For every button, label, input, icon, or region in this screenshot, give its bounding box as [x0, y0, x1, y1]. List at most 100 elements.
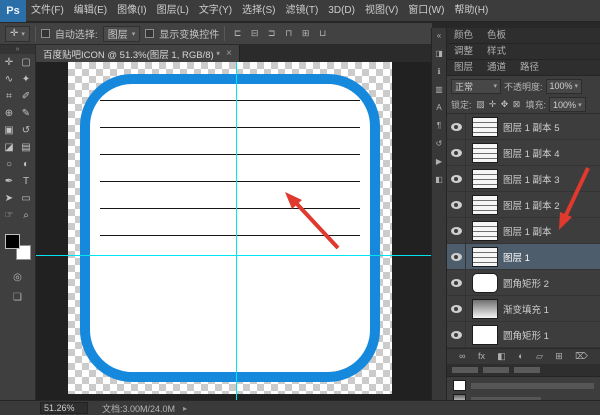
menu-item[interactable]: 滤镜(T): [281, 0, 324, 22]
panel-tab[interactable]: [514, 367, 540, 373]
visibility-eye-icon[interactable]: [447, 192, 466, 218]
align-bottom-icon[interactable]: ⊔: [315, 26, 330, 41]
lock-image-pixels-icon[interactable]: ✛: [487, 99, 499, 110]
foreground-color-swatch[interactable]: [5, 234, 20, 249]
panel-tab[interactable]: [452, 367, 478, 373]
history-panel-icon[interactable]: ↺: [436, 140, 443, 148]
close-icon[interactable]: ×: [226, 48, 232, 59]
lock-all-icon[interactable]: ⊠: [511, 99, 523, 110]
align-h-center-icon[interactable]: ⊟: [247, 26, 262, 41]
menu-item[interactable]: 文字(Y): [194, 0, 237, 22]
masks-panel-icon[interactable]: ◧: [435, 176, 443, 184]
layer-group-icon[interactable]: ▱: [536, 352, 543, 361]
layer-row[interactable]: 图层 1 副本 3: [447, 166, 600, 192]
brush-tool-icon[interactable]: ✎: [18, 105, 35, 122]
layer-thumbnail[interactable]: [472, 299, 498, 319]
panel-tab[interactable]: [483, 367, 509, 373]
lasso-tool-icon[interactable]: ∿: [1, 71, 18, 88]
visibility-eye-icon[interactable]: [447, 140, 466, 166]
eraser-tool-icon[interactable]: ◪: [1, 139, 18, 156]
visibility-eye-icon[interactable]: [447, 296, 466, 322]
layer-row[interactable]: 图层 1 副本 2: [447, 192, 600, 218]
layer-thumbnail[interactable]: [472, 195, 498, 215]
document-artboard[interactable]: [68, 62, 392, 394]
delete-layer-icon[interactable]: ⌦: [575, 352, 588, 361]
layer-row[interactable]: 图层 1 副本 5: [447, 114, 600, 140]
panel-tab[interactable]: 颜色: [447, 28, 480, 43]
canvas-area[interactable]: [36, 62, 431, 400]
auto-select-target-dropdown[interactable]: 图层 ▾: [103, 26, 141, 42]
menu-item[interactable]: 窗口(W): [403, 0, 449, 22]
paragraph-panel-icon[interactable]: ¶: [437, 122, 441, 130]
horizontal-guide[interactable]: [36, 255, 431, 256]
panel-tab[interactable]: 色板: [480, 28, 513, 43]
blur-tool-icon[interactable]: ○: [1, 156, 18, 173]
menu-item[interactable]: 视图(V): [360, 0, 403, 22]
tool-preset-picker[interactable]: ✛ ▾: [5, 26, 30, 42]
align-v-center-icon[interactable]: ⊞: [298, 26, 313, 41]
layer-row[interactable]: 圆角矩形 2: [447, 270, 600, 296]
align-right-icon[interactable]: ⊐: [264, 26, 279, 41]
visibility-eye-icon[interactable]: [447, 270, 466, 296]
layer-style-fx-icon[interactable]: fx: [478, 352, 485, 361]
new-layer-icon[interactable]: ⊞: [555, 352, 563, 361]
dodge-tool-icon[interactable]: ◐: [18, 156, 35, 173]
menu-item[interactable]: 编辑(E): [69, 0, 112, 22]
info-panel-icon[interactable]: ℹ: [437, 68, 440, 76]
document-tab[interactable]: 百度贴吧ICON @ 51.3%(图层 1, RGB/8) * ×: [36, 45, 240, 62]
move-tool-icon[interactable]: ✛: [1, 54, 18, 71]
layer-row[interactable]: 图层 1 副本: [447, 218, 600, 244]
menu-item[interactable]: 3D(D): [323, 0, 360, 22]
quick-mask-mode-icon[interactable]: ◎: [13, 272, 22, 283]
add-layer-mask-icon[interactable]: ◧: [497, 352, 506, 361]
visibility-eye-icon[interactable]: [447, 218, 466, 244]
menu-item[interactable]: 帮助(H): [449, 0, 493, 22]
history-brush-tool-icon[interactable]: ↺: [18, 122, 35, 139]
spot-healing-brush-tool-icon[interactable]: ⊕: [1, 105, 18, 122]
layer-thumbnail[interactable]: [472, 143, 498, 163]
menu-item[interactable]: 选择(S): [237, 0, 280, 22]
toolbar-grip-icon[interactable]: »: [0, 45, 35, 54]
rectangular-marquee-tool-icon[interactable]: ▢: [18, 54, 35, 71]
histogram-panel-icon[interactable]: ▥: [435, 86, 443, 94]
secondary-panel-row[interactable]: [447, 377, 600, 391]
panel-tab[interactable]: 样式: [480, 44, 513, 59]
menu-item[interactable]: 文件(F): [26, 0, 69, 22]
layer-thumbnail[interactable]: [472, 247, 498, 267]
layer-thumbnail[interactable]: [472, 273, 498, 293]
blend-mode-dropdown[interactable]: 正常 ▾: [451, 79, 501, 94]
character-panel-icon[interactable]: A: [436, 104, 441, 112]
gradient-tool-icon[interactable]: ▤: [18, 139, 35, 156]
rectangle-tool-icon[interactable]: ▭: [18, 190, 35, 207]
pen-tool-icon[interactable]: ✒: [1, 173, 18, 190]
show-transform-controls-checkbox[interactable]: [145, 29, 154, 38]
screen-mode-icon[interactable]: ❏: [13, 292, 22, 303]
crop-tool-icon[interactable]: ⌗: [1, 88, 18, 105]
menu-item[interactable]: 图层(L): [152, 0, 194, 22]
panel-tab[interactable]: 路径: [513, 60, 546, 75]
properties-panel-icon[interactable]: ◨: [435, 50, 443, 58]
fill-value[interactable]: 100% ▾: [549, 97, 586, 112]
expand-panels-icon[interactable]: «: [437, 32, 441, 40]
clone-stamp-tool-icon[interactable]: ▣: [1, 122, 18, 139]
hand-tool-icon[interactable]: ☞: [1, 207, 18, 224]
type-tool-icon[interactable]: T: [18, 173, 35, 190]
layer-row[interactable]: 圆角矩形 1: [447, 322, 600, 348]
zoom-tool-icon[interactable]: ⌕: [18, 207, 35, 224]
lock-transparent-pixels-icon[interactable]: ▨: [475, 99, 487, 110]
adjustment-layer-icon[interactable]: ◐: [518, 352, 523, 361]
zoom-level-field[interactable]: 51.26%: [40, 402, 88, 414]
panel-tab[interactable]: 通道: [480, 60, 513, 75]
opacity-value[interactable]: 100% ▾: [546, 79, 583, 94]
layer-thumbnail[interactable]: [472, 325, 498, 345]
path-selection-tool-icon[interactable]: ➤: [1, 190, 18, 207]
eyedropper-tool-icon[interactable]: ✐: [18, 88, 35, 105]
layer-row[interactable]: 图层 1 副本 4: [447, 140, 600, 166]
align-left-icon[interactable]: ⊏: [230, 26, 245, 41]
layer-thumbnail[interactable]: [472, 169, 498, 189]
layer-row[interactable]: 渐变填充 1: [447, 296, 600, 322]
visibility-eye-icon[interactable]: [447, 166, 466, 192]
auto-select-checkbox[interactable]: [41, 29, 50, 38]
layer-thumbnail[interactable]: [472, 221, 498, 241]
menu-item[interactable]: 图像(I): [112, 0, 151, 22]
